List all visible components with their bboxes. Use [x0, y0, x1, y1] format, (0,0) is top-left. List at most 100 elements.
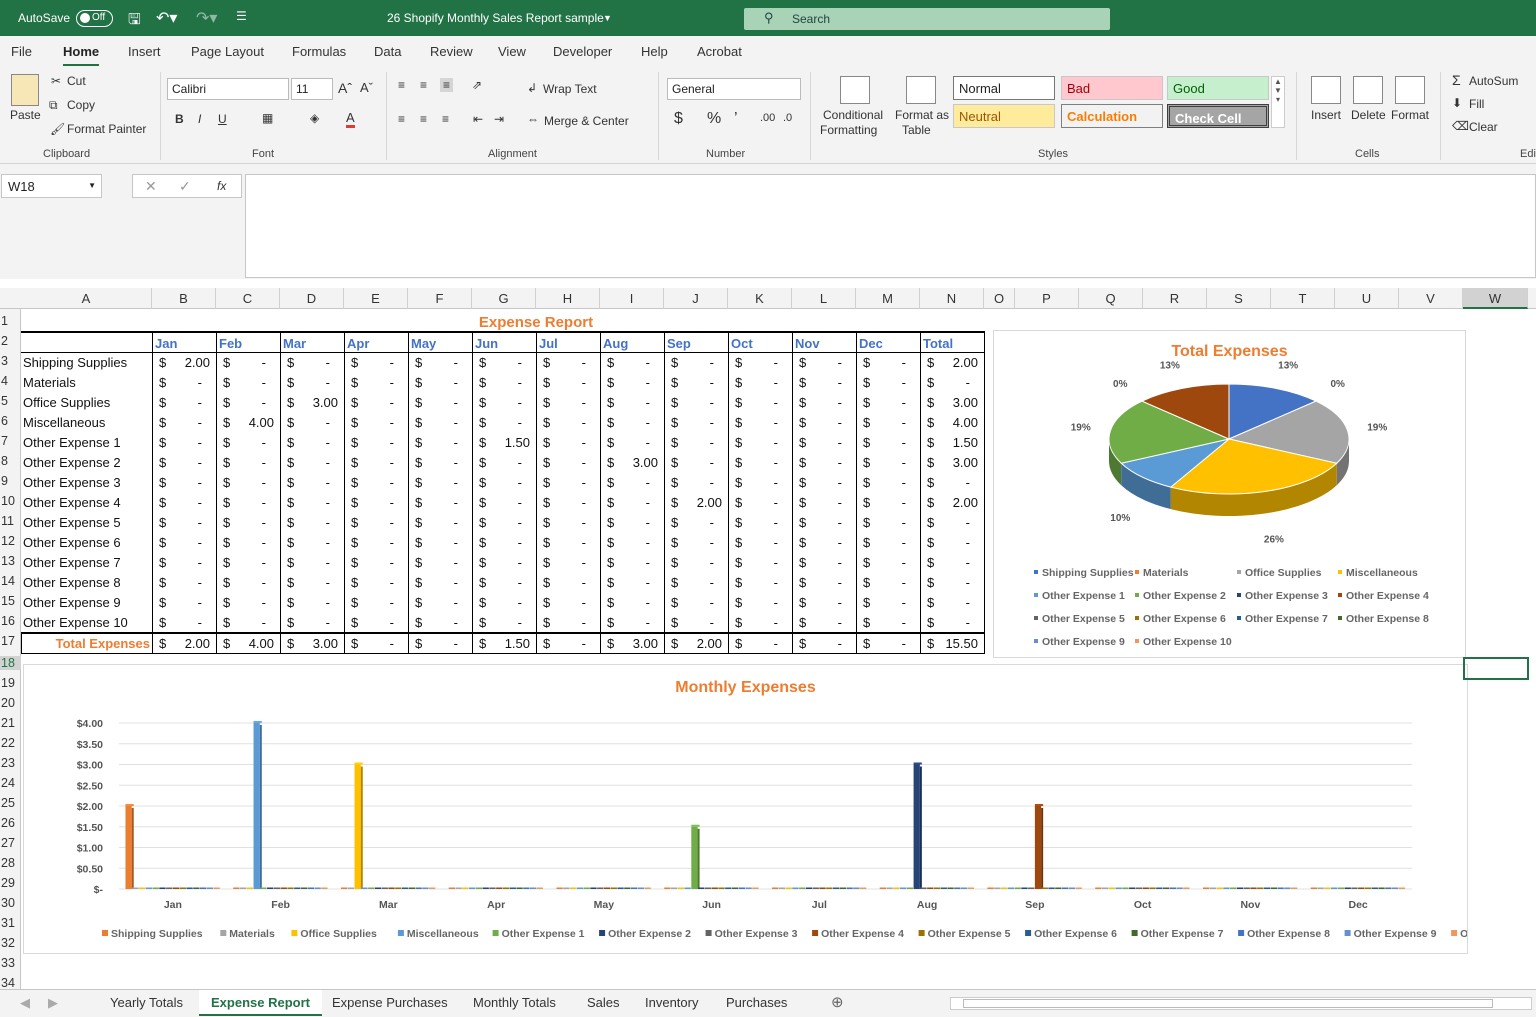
bar[interactable] [603, 887, 611, 890]
bar[interactable] [1095, 887, 1102, 890]
expense-value[interactable]: - [490, 393, 530, 413]
expense-value[interactable]: - [170, 513, 210, 533]
bar[interactable] [267, 887, 274, 890]
row-header-29[interactable]: 29 [0, 876, 21, 890]
expense-value[interactable]: - [682, 413, 722, 433]
expense-value[interactable]: - [618, 433, 658, 453]
bar[interactable] [462, 887, 469, 890]
bar[interactable] [792, 887, 799, 890]
expense-value[interactable]: - [554, 613, 594, 633]
expense-value[interactable]: - [490, 573, 530, 593]
expense-value[interactable]: - [618, 553, 658, 573]
insert-function-icon[interactable]: fx [217, 179, 226, 193]
tab-help[interactable]: Help [641, 44, 668, 59]
row-header-23[interactable]: 23 [0, 756, 21, 770]
bar[interactable] [664, 887, 671, 890]
total-value[interactable]: 2.00 [170, 634, 210, 654]
bar[interactable] [1284, 887, 1291, 890]
expense-value[interactable]: - [810, 413, 850, 433]
expense-value[interactable]: - [362, 493, 402, 513]
expense-value[interactable]: - [426, 573, 466, 593]
borders-icon[interactable]: ▦ [262, 111, 273, 125]
expense-value[interactable]: 1.50 [938, 433, 978, 453]
bar[interactable] [597, 887, 604, 890]
expense-value[interactable]: - [810, 433, 850, 453]
expense-value[interactable]: - [874, 613, 914, 633]
bar[interactable] [590, 887, 597, 890]
shrink-font-icon[interactable]: Aˇ [360, 80, 373, 95]
redo-icon[interactable]: ↷▾ [196, 8, 217, 28]
bar[interactable] [1223, 887, 1230, 890]
bar[interactable] [1135, 887, 1143, 890]
bar[interactable] [987, 887, 994, 890]
conditional-formatting-button[interactable]: Conditional [823, 108, 883, 122]
expense-value[interactable]: - [426, 493, 466, 513]
comma-icon[interactable]: ’ [734, 110, 738, 128]
bar[interactable] [1398, 887, 1406, 890]
bar[interactable] [698, 887, 705, 890]
autosave-toggle[interactable]: Off [76, 10, 113, 27]
total-value[interactable]: - [746, 634, 786, 654]
row-header-25[interactable]: 25 [0, 796, 21, 810]
expense-value[interactable]: - [554, 513, 594, 533]
expense-value[interactable]: - [298, 493, 338, 513]
bar[interactable] [233, 887, 240, 890]
bar[interactable] [704, 887, 712, 890]
total-value[interactable]: 1.50 [490, 634, 530, 654]
style-good[interactable]: Good [1167, 76, 1269, 100]
selected-cell[interactable] [1463, 657, 1529, 680]
row-header-6[interactable]: 6 [0, 414, 21, 428]
expense-value[interactable]: 3.00 [618, 453, 658, 473]
bar[interactable] [145, 887, 153, 890]
bar[interactable] [900, 887, 907, 890]
expense-value[interactable]: - [938, 553, 978, 573]
currency-icon[interactable]: $ [674, 110, 683, 128]
bar[interactable] [718, 887, 725, 890]
bar[interactable] [752, 887, 759, 890]
bar[interactable] [927, 887, 934, 890]
delete-cells-icon[interactable] [1353, 76, 1383, 104]
tab-developer[interactable]: Developer [553, 44, 612, 59]
bar[interactable] [637, 887, 645, 890]
bar[interactable] [879, 887, 886, 890]
bar[interactable] [731, 887, 739, 890]
fill-button[interactable]: Fill [1469, 97, 1484, 111]
expense-value[interactable]: - [426, 413, 466, 433]
bar[interactable] [576, 887, 584, 890]
expense-value[interactable]: - [682, 553, 722, 573]
expense-value[interactable]: - [874, 453, 914, 473]
expense-value[interactable]: - [874, 393, 914, 413]
expense-value[interactable]: - [746, 613, 786, 633]
expense-value[interactable]: - [234, 353, 274, 373]
total-value[interactable]: - [362, 634, 402, 654]
expense-value[interactable]: 3.00 [938, 453, 978, 473]
expense-value[interactable]: - [170, 433, 210, 453]
bar[interactable] [711, 887, 718, 890]
column-header-c[interactable]: C [216, 288, 280, 309]
expense-value[interactable]: - [234, 573, 274, 593]
expense-value[interactable]: - [426, 433, 466, 453]
bar[interactable] [1257, 887, 1264, 890]
column-header-p[interactable]: P [1015, 288, 1079, 309]
bar[interactable] [624, 887, 631, 890]
bar[interactable] [1041, 887, 1048, 890]
column-header-h[interactable]: H [536, 288, 600, 309]
row-header-31[interactable]: 31 [0, 916, 21, 930]
expense-value[interactable]: - [362, 473, 402, 493]
row-header-1[interactable]: 1 [0, 314, 21, 328]
bar[interactable] [1317, 887, 1324, 890]
cancel-icon[interactable]: ✕ [145, 178, 157, 195]
expense-value[interactable]: - [426, 353, 466, 373]
bar[interactable] [556, 887, 563, 890]
bar[interactable] [1176, 887, 1183, 890]
row-header-22[interactable]: 22 [0, 736, 21, 750]
copy-button[interactable]: Copy [67, 98, 95, 112]
format-as-table-label2[interactable]: Table [902, 123, 931, 137]
expense-value[interactable]: - [298, 513, 338, 533]
font-size-select[interactable]: 11 [291, 78, 333, 100]
bar[interactable] [213, 887, 220, 890]
expense-value[interactable]: - [490, 413, 530, 433]
expense-value[interactable]: - [938, 593, 978, 613]
bar[interactable] [273, 887, 281, 890]
expense-value[interactable]: - [810, 533, 850, 553]
